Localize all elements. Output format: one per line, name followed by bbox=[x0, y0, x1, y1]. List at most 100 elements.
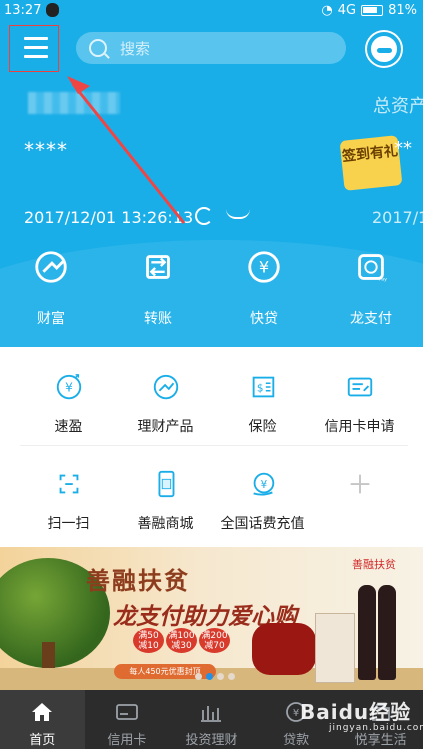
service-item-wealth-products[interactable]: 理财产品 bbox=[117, 348, 214, 445]
blurred-account-name bbox=[28, 92, 120, 114]
tab-credit-card[interactable]: 信用卡 bbox=[85, 690, 170, 749]
menu-button[interactable] bbox=[9, 25, 59, 72]
refresh-icon[interactable] bbox=[195, 207, 213, 225]
svg-text:¥: ¥ bbox=[65, 381, 73, 395]
quick-profit-icon: ¥ bbox=[56, 374, 81, 400]
quick-action-label: 快贷 bbox=[250, 311, 278, 327]
account-header: 13:27 ◔ 4G 81% 搜索 总资产 **** 签到有礼 ** 2017/… bbox=[0, 0, 423, 347]
service-item-quick-profit[interactable]: ¥ 速盈 bbox=[20, 348, 117, 445]
watermark-url: jingyan.baidu.com bbox=[329, 723, 423, 733]
credit-card-icon bbox=[115, 704, 138, 720]
service-row-1: ¥ 速盈 理财产品 $ 保险 信用卡申请 bbox=[20, 348, 408, 445]
banner-pagination bbox=[195, 673, 235, 680]
pagination-dot[interactable] bbox=[228, 673, 235, 680]
battery-level: 81% bbox=[388, 3, 417, 18]
offer-line: 减30 bbox=[171, 641, 192, 651]
masked-balance-right: ** bbox=[394, 138, 412, 159]
wealth-products-icon bbox=[153, 374, 178, 400]
service-item-credit-card-application[interactable]: 信用卡申请 bbox=[311, 348, 408, 445]
network-label: 4G bbox=[337, 3, 357, 18]
insurance-icon: $ bbox=[252, 376, 274, 398]
svg-text:¥: ¥ bbox=[259, 258, 269, 277]
quick-action-label: 财富 bbox=[37, 311, 65, 327]
service-item-shanrong-mall[interactable]: 善融商城 bbox=[117, 445, 214, 542]
status-bar: 13:27 ◔ 4G 81% bbox=[0, 0, 423, 22]
tab-label: 贷款 bbox=[283, 733, 310, 748]
masked-balance: **** bbox=[24, 138, 68, 162]
quick-action-label: 龙支付 bbox=[350, 311, 392, 327]
home-icon bbox=[32, 703, 53, 721]
qq-icon bbox=[46, 3, 59, 17]
poverty-relief-banner[interactable]: 善融扶贫 龙支付助力爱心购 满50 减10 满100 减30 满200 减70 每人4… bbox=[0, 547, 423, 690]
menu-icon-line bbox=[24, 55, 48, 58]
banner-title: 善融扶贫 bbox=[86, 567, 190, 595]
total-asset-label: 总资产 bbox=[373, 96, 423, 117]
mobile-top-up-icon: ¥ bbox=[252, 472, 274, 496]
battery-icon bbox=[361, 5, 384, 16]
wealth-icon bbox=[35, 251, 67, 283]
offer-line: 满50 bbox=[138, 631, 159, 641]
svg-text:¥: ¥ bbox=[293, 708, 299, 719]
service-label: 保险 bbox=[248, 419, 277, 435]
update-timestamp: 2017/12/01 13:26:13 bbox=[24, 208, 194, 227]
service-item-mobile-top-up[interactable]: ¥ 全国话费充值 bbox=[214, 445, 311, 542]
pagination-dot[interactable] bbox=[217, 673, 224, 680]
offer-line: 减70 bbox=[204, 641, 225, 651]
service-label: 信用卡申请 bbox=[324, 419, 395, 435]
quick-action-wealth[interactable]: 财富 bbox=[16, 246, 86, 328]
service-label: 速盈 bbox=[54, 419, 83, 435]
transfer-icon bbox=[146, 255, 170, 279]
pagination-dot[interactable] bbox=[195, 673, 202, 680]
tab-label: 信用卡 bbox=[107, 733, 147, 748]
service-item-scan[interactable]: 扫一扫 bbox=[20, 445, 117, 542]
product-box-image bbox=[315, 613, 355, 683]
quick-action-fast-loan[interactable]: ¥ 快贷 bbox=[229, 246, 299, 328]
hide-balance-icon[interactable] bbox=[226, 209, 250, 219]
offer-line: 满100 bbox=[168, 631, 195, 641]
tab-investment[interactable]: 投资理财 bbox=[169, 690, 254, 749]
svg-text:Pay: Pay bbox=[379, 276, 388, 282]
red-dates-product-image bbox=[252, 623, 316, 675]
quick-action-label: 转账 bbox=[144, 311, 172, 327]
banner-logo: 善融扶贫 bbox=[352, 558, 396, 571]
menu-icon-line bbox=[24, 46, 48, 49]
add-service-button[interactable] bbox=[311, 445, 408, 542]
tab-label: 悦享生活 bbox=[354, 733, 407, 748]
search-bar[interactable]: 搜索 bbox=[76, 32, 346, 64]
status-time: 13:27 bbox=[4, 3, 42, 18]
tab-label: 首页 bbox=[29, 733, 56, 748]
offer-line: 减10 bbox=[138, 641, 159, 651]
shanrong-mall-icon bbox=[158, 470, 174, 498]
wine-bottle-image bbox=[358, 585, 376, 680]
offer-badge: 满200 减70 bbox=[199, 628, 230, 653]
tab-home[interactable]: 首页 bbox=[0, 690, 85, 749]
quick-action-transfer[interactable]: 转账 bbox=[123, 246, 193, 328]
search-placeholder: 搜索 bbox=[120, 40, 151, 58]
service-label: 扫一扫 bbox=[47, 516, 90, 532]
right-date: 2017/1 bbox=[372, 208, 423, 227]
offer-badge: 满100 减30 bbox=[166, 628, 197, 653]
watermark-brand: Baidu经验 bbox=[300, 700, 412, 724]
baidu-experience-watermark: Baidu经验 jingyan.baidu.com bbox=[300, 696, 423, 733]
status-icons: ◔ 4G 81% bbox=[321, 3, 417, 18]
service-item-insurance[interactable]: $ 保险 bbox=[214, 348, 311, 445]
service-row-2: 扫一扫 善融商城 ¥ 全国话费充值 bbox=[20, 445, 408, 542]
plus-icon bbox=[350, 474, 369, 494]
menu-icon-line bbox=[24, 37, 48, 40]
svg-text:¥: ¥ bbox=[260, 479, 267, 491]
service-label: 全国话费充值 bbox=[220, 516, 305, 532]
wifi-icon: ◔ bbox=[321, 3, 333, 18]
wine-bottle-image bbox=[378, 585, 396, 680]
customer-service-icon[interactable] bbox=[367, 32, 401, 66]
dragon-pay-icon: Pay bbox=[358, 254, 388, 282]
scan-icon bbox=[59, 474, 78, 494]
search-icon bbox=[89, 39, 107, 57]
quick-action-dragon-pay[interactable]: Pay 龙支付 bbox=[336, 246, 406, 328]
investment-icon bbox=[201, 706, 222, 722]
tab-label: 投资理财 bbox=[185, 733, 238, 748]
service-label: 理财产品 bbox=[137, 419, 194, 435]
pagination-dot-active[interactable] bbox=[206, 673, 213, 680]
credit-card-application-icon bbox=[347, 377, 372, 397]
offer-badge: 满50 减10 bbox=[133, 628, 164, 653]
offer-line: 满200 bbox=[201, 631, 228, 641]
